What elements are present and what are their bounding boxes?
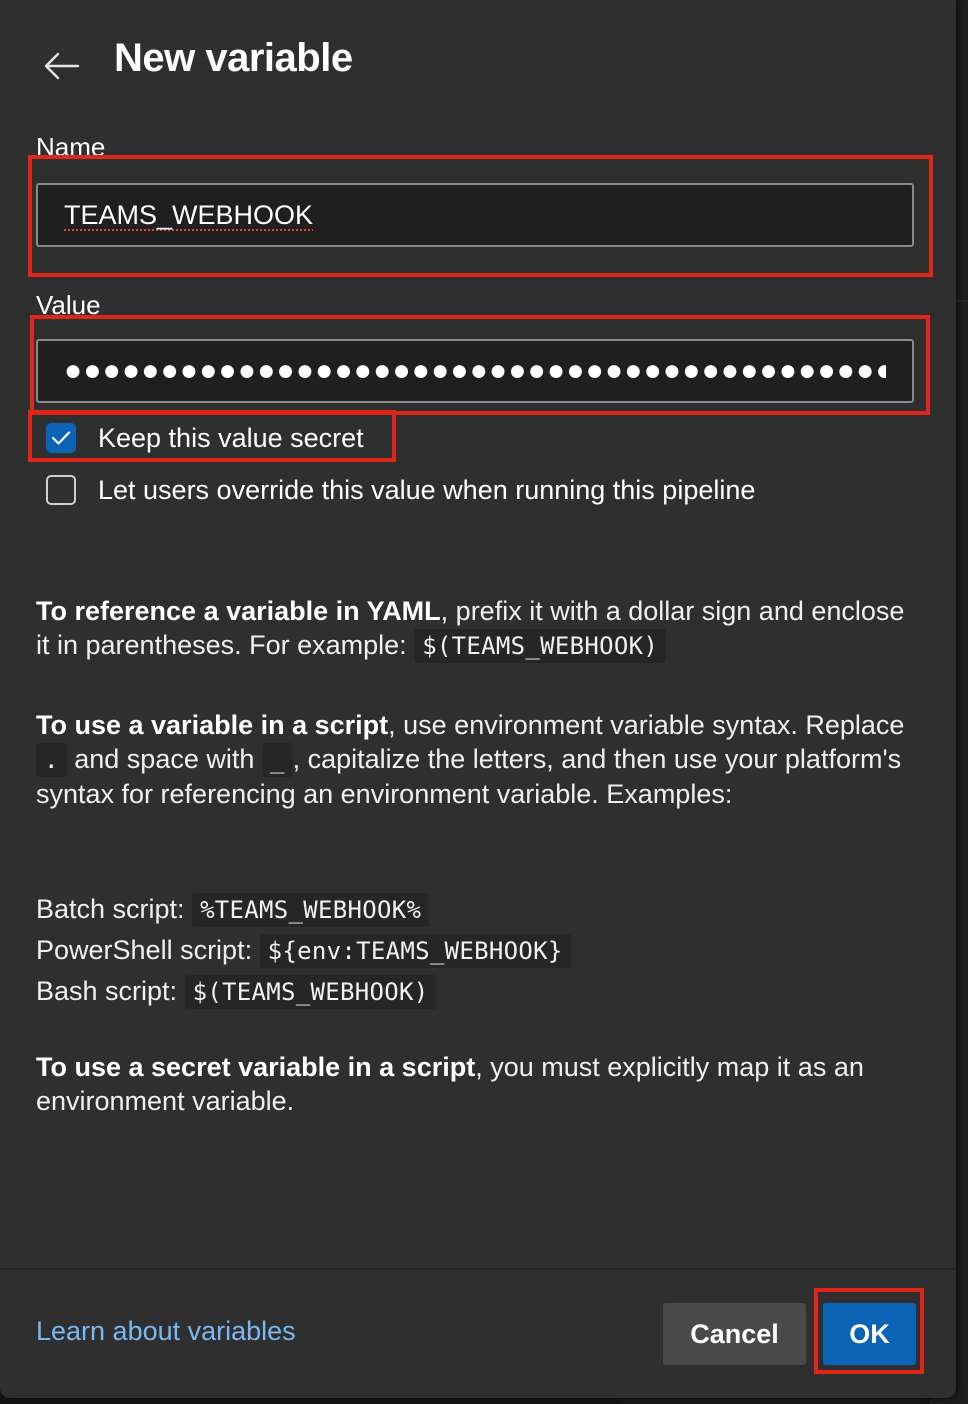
help-script-code-dot: . (36, 743, 67, 777)
help-script-text-2: and space with (66, 744, 262, 774)
value-input-masked: ●●●●●●●●●●●●●●●●●●●●●●●●●●●●●●●●●●●●●●●●… (64, 356, 886, 386)
example-powershell: PowerShell script: ${env:TEAMS_WEBHOOK} (36, 930, 916, 971)
keep-secret-option[interactable]: Keep this value secret (46, 421, 364, 455)
help-script-heading: To use a variable in a script (36, 710, 389, 740)
allow-override-label: Let users override this value when runni… (98, 474, 756, 505)
name-input[interactable]: TEAMS_WEBHOOK (36, 183, 914, 247)
background-page-fragment (620, 1398, 920, 1404)
help-secret: To use a secret variable in a script, yo… (36, 1050, 916, 1118)
help-secret-heading: To use a secret variable in a script (36, 1052, 476, 1082)
back-button[interactable] (36, 46, 86, 86)
example-batch-label: Batch script: (36, 894, 193, 924)
allow-override-checkbox[interactable] (46, 475, 76, 505)
value-input[interactable]: ●●●●●●●●●●●●●●●●●●●●●●●●●●●●●●●●●●●●●●●●… (36, 339, 914, 403)
name-input-value: TEAMS_WEBHOOK (64, 199, 314, 230)
example-bash-label: Bash script: (36, 976, 185, 1006)
help-script: To use a variable in a script, use envir… (36, 708, 916, 811)
example-bash-code: $(TEAMS_WEBHOOK) (184, 975, 437, 1009)
example-batch-code: %TEAMS_WEBHOOK% (192, 893, 430, 927)
help-yaml-code: $(TEAMS_WEBHOOK) (414, 629, 667, 663)
example-powershell-code: ${env:TEAMS_WEBHOOK} (259, 934, 571, 968)
example-batch: Batch script: %TEAMS_WEBHOOK% (36, 889, 916, 930)
example-powershell-label: PowerShell script: (36, 935, 260, 965)
value-label: Value (36, 290, 101, 320)
footer-divider (0, 1268, 956, 1270)
checkmark-icon (51, 431, 71, 445)
help-examples: Batch script: %TEAMS_WEBHOOK% PowerShell… (36, 889, 916, 1012)
allow-override-option[interactable]: Let users override this value when runni… (46, 473, 755, 507)
page-title: New variable (114, 36, 353, 80)
ok-button[interactable]: OK (823, 1303, 916, 1365)
new-variable-panel: New variable Name TEAMS_WEBHOOK Value ●●… (0, 0, 956, 1398)
help-script-code-underscore: _ (261, 743, 293, 777)
keep-secret-checkbox[interactable] (46, 423, 76, 453)
help-yaml: To reference a variable in YAML, prefix … (36, 594, 916, 663)
name-label: Name (36, 132, 106, 162)
panel-header: New variable (0, 20, 956, 100)
arrow-left-icon (44, 52, 80, 80)
learn-about-variables-link[interactable]: Learn about variables (36, 1316, 296, 1347)
help-yaml-heading: To reference a variable in YAML (36, 596, 441, 626)
cancel-button[interactable]: Cancel (663, 1303, 806, 1365)
keep-secret-label: Keep this value secret (98, 422, 364, 453)
help-script-text-1: , use environment variable syntax. Repla… (388, 710, 905, 740)
example-bash: Bash script: $(TEAMS_WEBHOOK) (36, 971, 916, 1012)
